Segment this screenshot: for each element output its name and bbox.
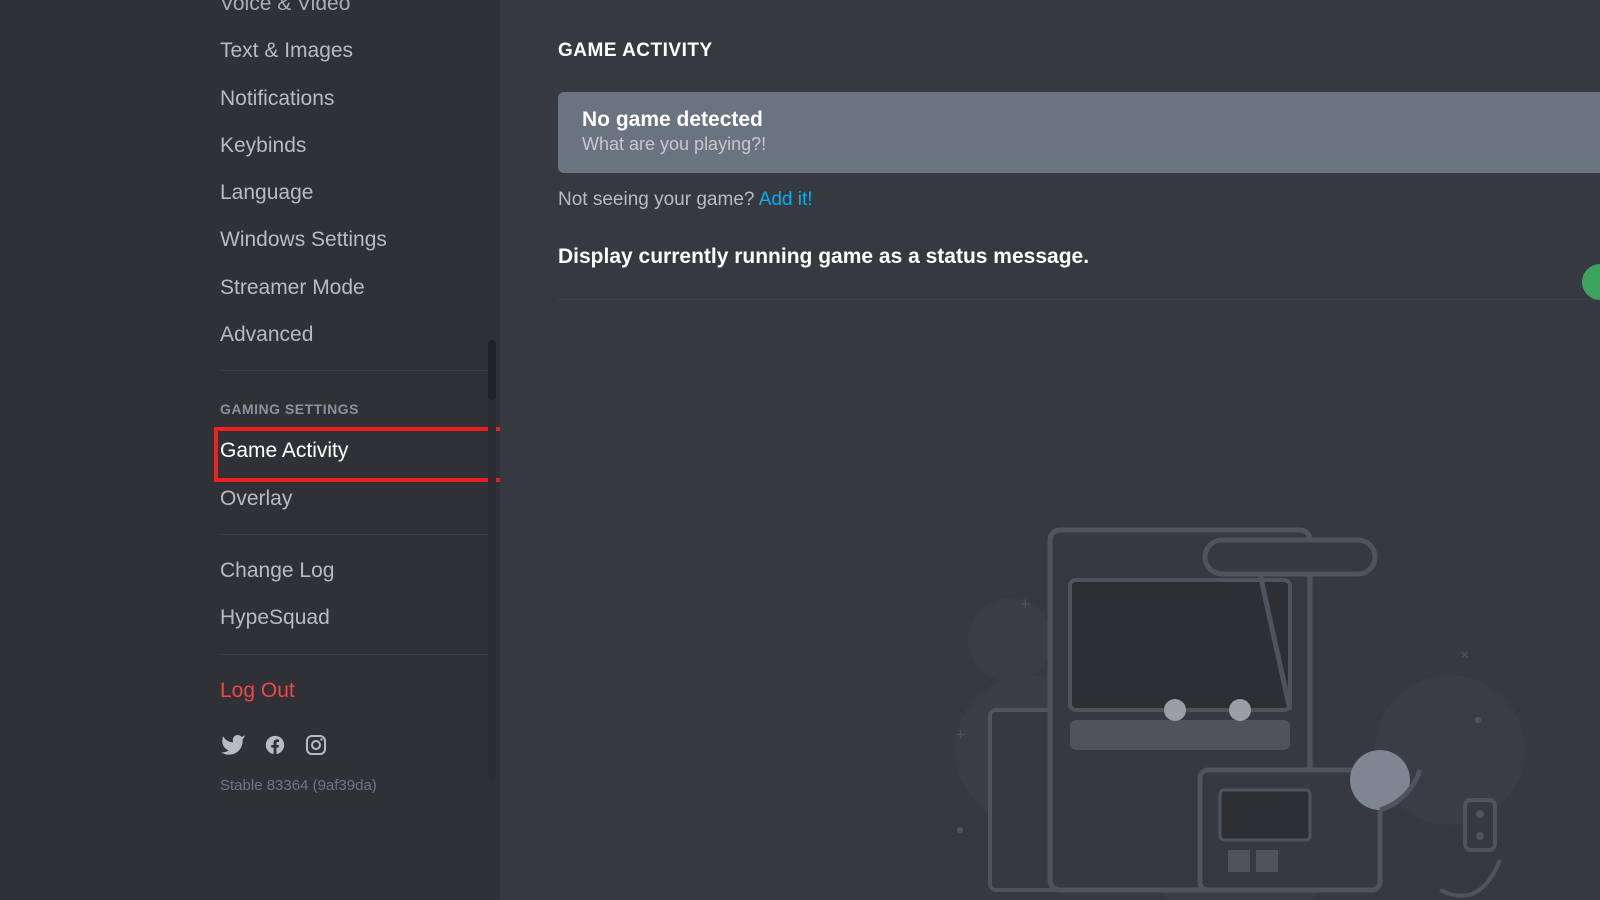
- facebook-icon[interactable]: [264, 734, 286, 761]
- left-gutter: [0, 0, 200, 900]
- settings-sidebar: Voice & Video Text & Images Notification…: [200, 0, 500, 900]
- status-title: No game detected: [582, 108, 1576, 132]
- sidebar-item-overlay[interactable]: Overlay: [220, 475, 490, 522]
- sidebar-item-keybinds[interactable]: Keybinds: [220, 122, 490, 169]
- sidebar-item-streamer-mode[interactable]: Streamer Mode: [220, 264, 490, 311]
- sidebar-item-change-log[interactable]: Change Log: [220, 547, 490, 594]
- version-text: Stable 83364 (9af39da): [220, 771, 490, 794]
- sidebar-item-voice-video[interactable]: Voice & Video: [220, 0, 490, 27]
- scrollbar-track[interactable]: [488, 340, 496, 780]
- divider: [558, 299, 1600, 300]
- sidebar-item-logout[interactable]: Log Out: [220, 667, 490, 714]
- svg-text:+: +: [1020, 594, 1031, 614]
- sidebar-item-notifications[interactable]: Notifications: [220, 75, 490, 122]
- sidebar-item-game-activity[interactable]: Game Activity: [220, 427, 490, 474]
- instagram-icon[interactable]: [304, 733, 328, 762]
- status-toggle-switch[interactable]: [1582, 264, 1600, 300]
- helper-line: Not seeing your game? Add it!: [558, 189, 1600, 211]
- scrollbar-thumb[interactable]: [488, 340, 496, 400]
- sidebar-item-language[interactable]: Language: [220, 169, 490, 216]
- section-header-gaming: GAMING SETTINGS: [220, 383, 490, 427]
- status-subtitle: What are you playing?!: [582, 134, 1576, 155]
- svg-text:+: +: [956, 727, 965, 744]
- add-game-link[interactable]: Add it!: [759, 189, 813, 210]
- sidebar-item-windows-settings[interactable]: Windows Settings: [220, 216, 490, 263]
- twitter-icon[interactable]: [220, 732, 246, 763]
- arcade-placeholder-art: + + ×: [920, 510, 1560, 900]
- divider: [220, 370, 490, 371]
- sidebar-item-text-images[interactable]: Text & Images: [220, 27, 490, 74]
- social-links: [220, 714, 490, 771]
- sidebar-item-advanced[interactable]: Advanced: [220, 311, 490, 358]
- divider: [220, 534, 490, 535]
- main-content: GAME ACTIVITY No game detected What are …: [500, 0, 1600, 900]
- divider: [220, 654, 490, 655]
- helper-text: Not seeing your game?: [558, 189, 759, 210]
- game-status-card: No game detected What are you playing?!: [558, 92, 1600, 173]
- svg-text:×: ×: [1460, 647, 1469, 664]
- sidebar-item-hypesquad[interactable]: HypeSquad: [220, 594, 490, 641]
- status-toggle-label: Display currently running game as a stat…: [558, 245, 1600, 269]
- page-title: GAME ACTIVITY: [558, 40, 1600, 62]
